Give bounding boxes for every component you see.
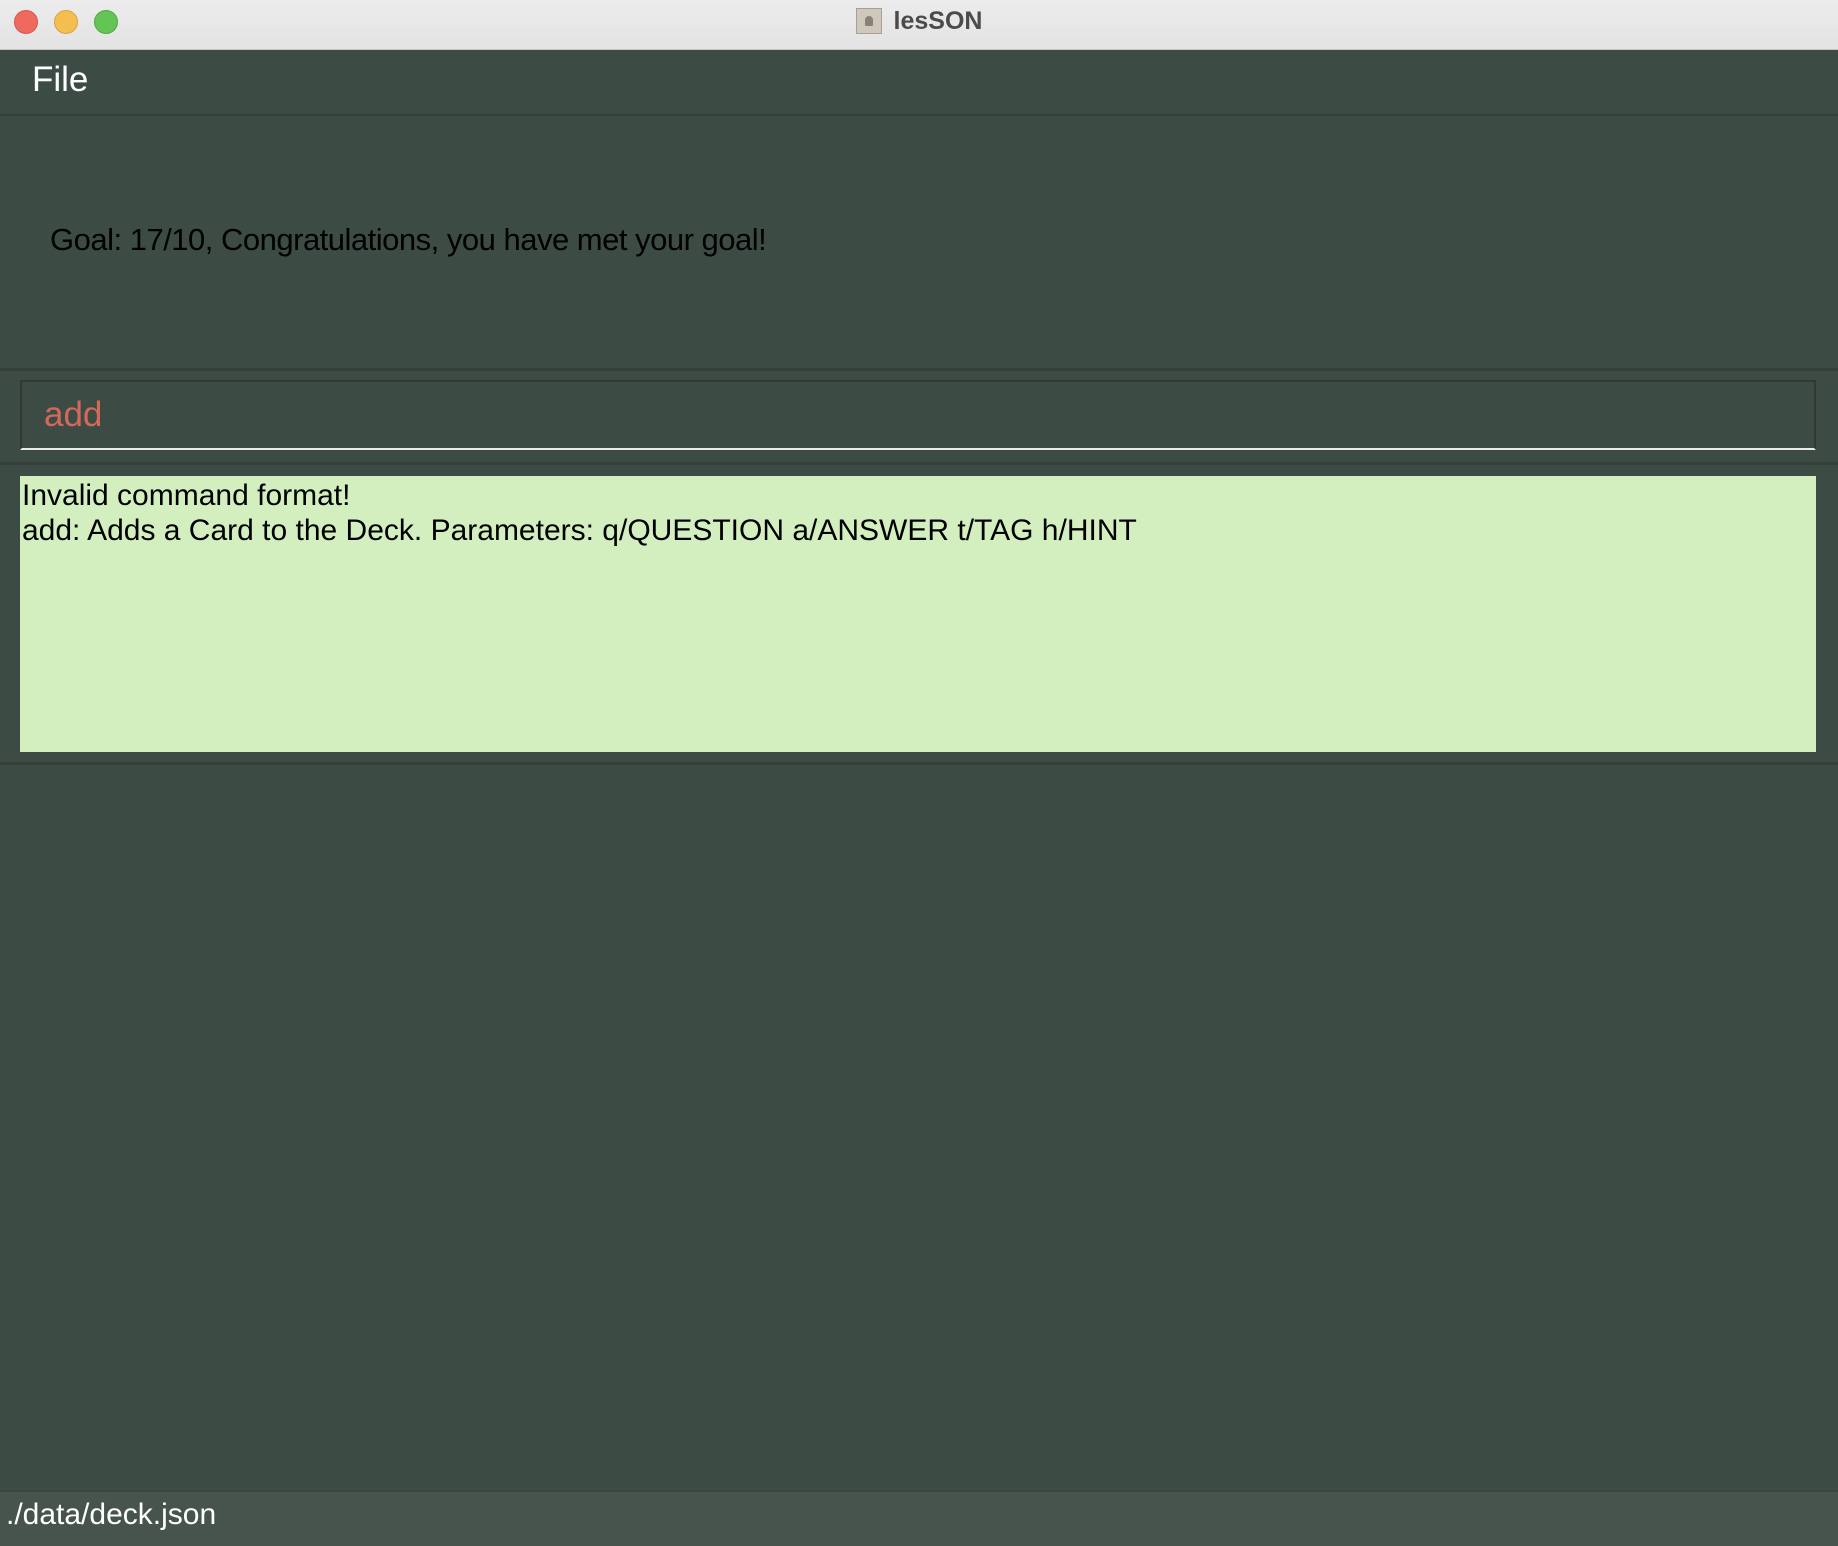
result-error-line: Invalid command format! (22, 479, 351, 512)
command-input[interactable] (22, 382, 1814, 448)
divider (0, 462, 1838, 465)
window-title: lesSON (893, 6, 983, 35)
menu-file[interactable]: File (32, 60, 88, 100)
title-bar: lesSON (0, 0, 1838, 50)
result-display: Invalid command format! add: Adds a Card… (20, 476, 1816, 752)
goal-panel: Goal: 17/10, Congratulations, you have m… (0, 116, 1838, 371)
app-document-icon (855, 8, 882, 34)
result-usage-line: add: Adds a Card to the Deck. Parameters… (22, 514, 1137, 547)
goal-status-text: Goal: 17/10, Congratulations, you have m… (50, 222, 767, 257)
save-file-path: ./data/deck.json (6, 1498, 217, 1531)
title-container: lesSON (0, 0, 1838, 42)
app-window: lesSON File Goal: 17/10, Congratulations… (0, 0, 1838, 1546)
command-box[interactable] (20, 380, 1816, 450)
divider (0, 762, 1838, 765)
menu-bar: File (0, 50, 1838, 116)
status-bar: ./data/deck.json (0, 1490, 1838, 1546)
